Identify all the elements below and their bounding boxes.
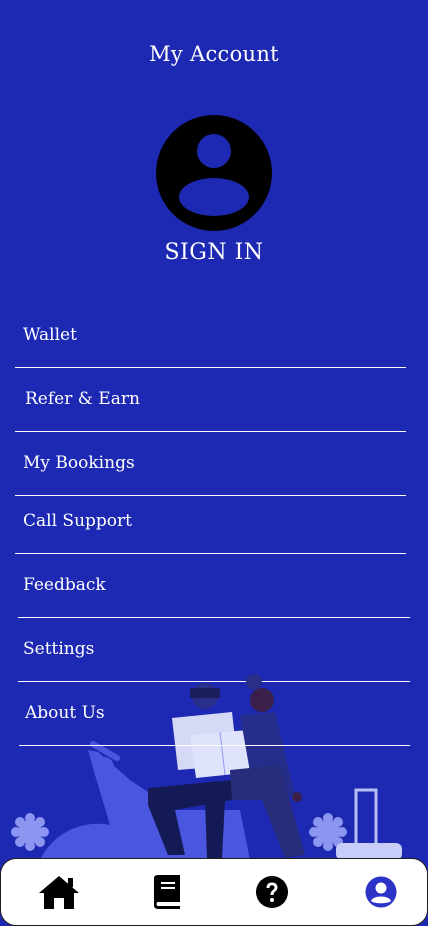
nav-account-button[interactable]: [360, 873, 402, 911]
divider: [15, 431, 406, 432]
bottom-navigation: [0, 858, 428, 926]
menu-item-wallet[interactable]: Wallet: [23, 325, 77, 345]
book-icon: [154, 875, 180, 909]
help-icon: [256, 876, 288, 908]
account-icon: [365, 876, 397, 908]
menu-item-feedback[interactable]: Feedback: [23, 575, 106, 595]
home-icon: [39, 876, 79, 909]
nav-home-button[interactable]: [38, 873, 80, 911]
divider: [18, 617, 410, 618]
menu-item-settings[interactable]: Settings: [23, 639, 94, 659]
divider: [15, 495, 406, 496]
menu-item-my-bookings[interactable]: My Bookings: [23, 453, 135, 473]
nav-help-button[interactable]: [251, 873, 293, 911]
menu-item-refer-earn[interactable]: Refer & Earn: [25, 389, 140, 409]
nav-bookings-button[interactable]: [146, 873, 188, 911]
account-avatar-icon[interactable]: [156, 115, 272, 231]
divider: [19, 745, 410, 746]
menu-item-call-support[interactable]: Call Support: [23, 511, 132, 531]
menu-item-about-us[interactable]: About Us: [25, 703, 105, 723]
divider: [15, 553, 406, 554]
divider: [15, 367, 406, 368]
sign-in-button[interactable]: SIGN IN: [0, 240, 428, 265]
flower-icon: [11, 813, 49, 851]
travel-illustration: [11, 674, 402, 860]
page-title: My Account: [149, 42, 279, 66]
